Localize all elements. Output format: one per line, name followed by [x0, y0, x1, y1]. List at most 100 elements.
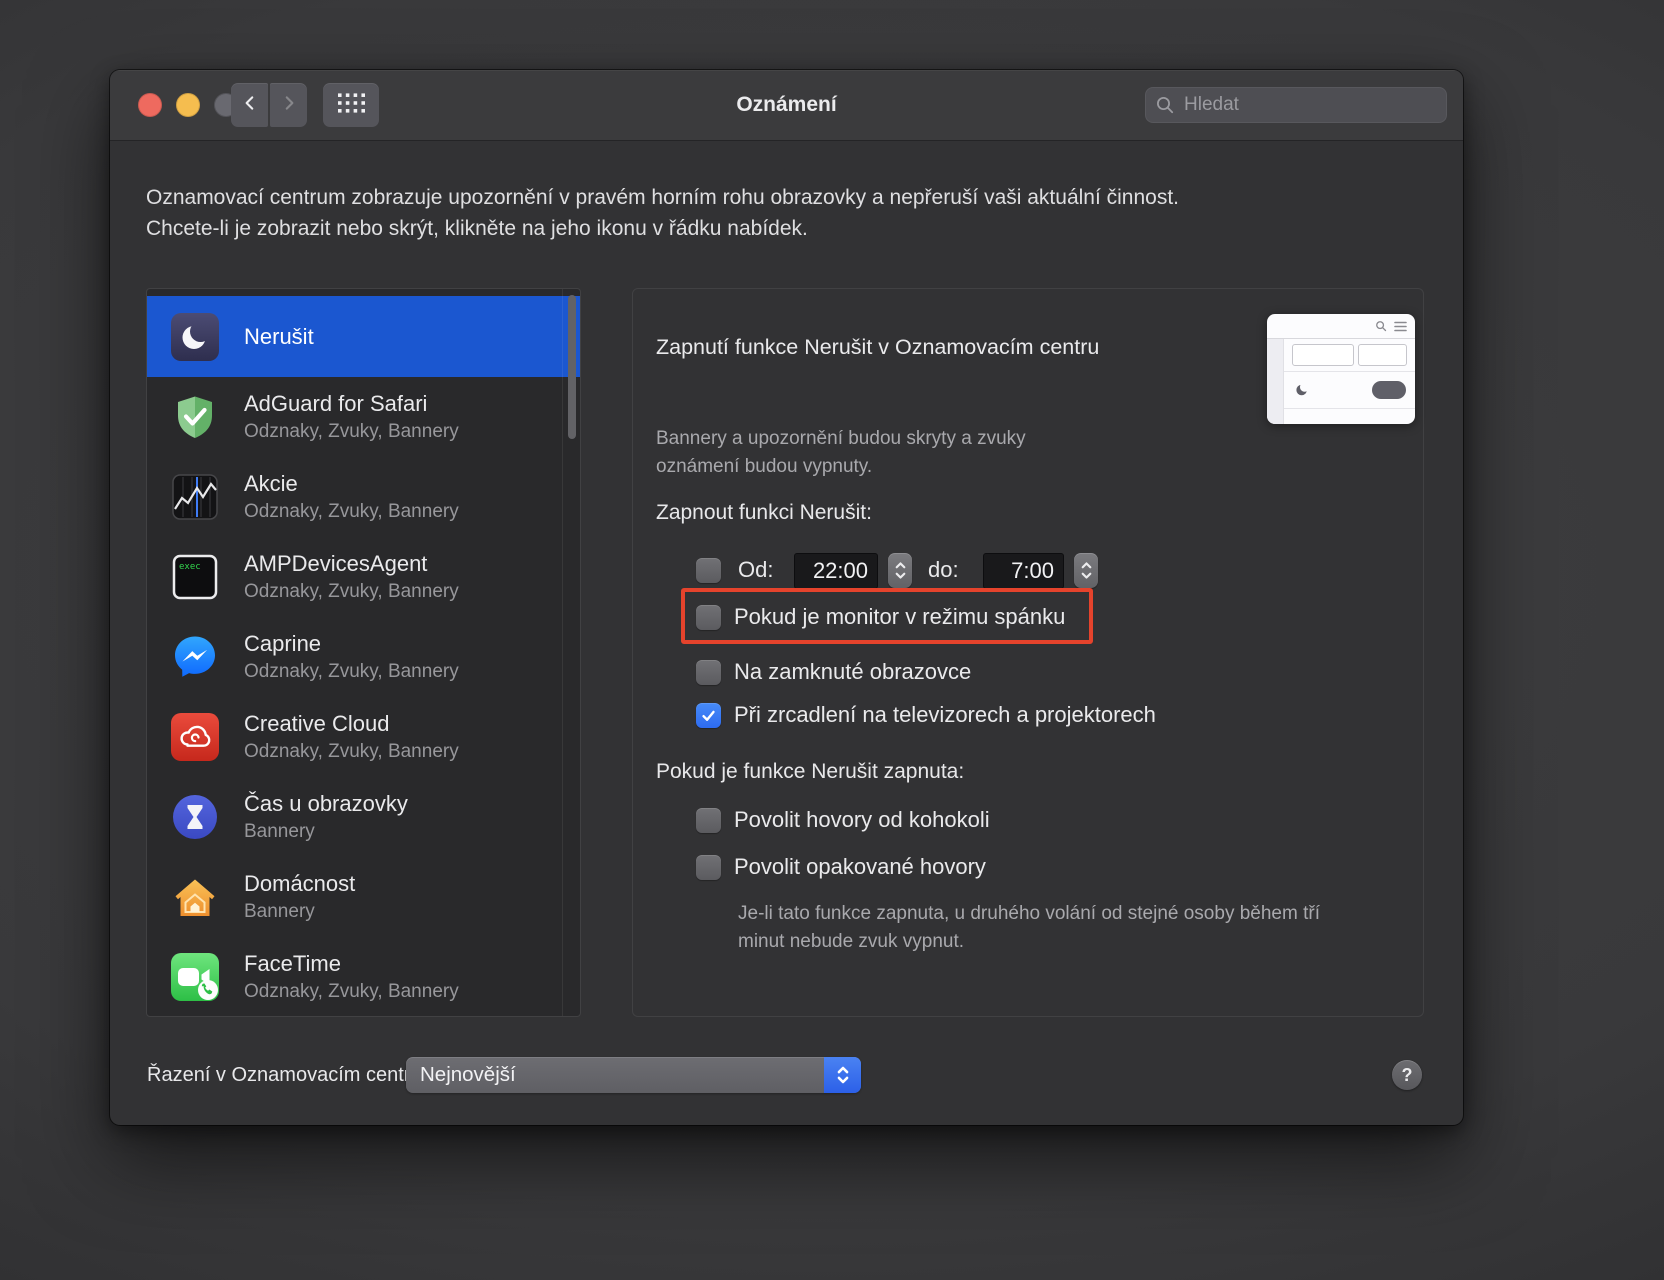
creative-cloud-icon	[171, 713, 219, 761]
od-time-input[interactable]	[794, 553, 878, 589]
home-icon	[171, 873, 219, 921]
notification-app-list: Nerušit AdGuard for Safari Odznaky, Zvuk…	[146, 288, 581, 1017]
option-lock-screen[interactable]: Na zamknuté obrazovce	[696, 658, 971, 686]
close-button[interactable]	[138, 93, 162, 117]
adguard-shield-icon	[171, 393, 219, 441]
mirroring-checkbox[interactable]	[696, 703, 721, 728]
app-subtitle: Bannery	[244, 901, 355, 922]
subtext-line-1: Bannery a upozornění budou skryty a zvuk…	[656, 425, 1026, 453]
checkbox-label: Na zamknuté obrazovce	[734, 659, 971, 685]
lock-screen-checkbox[interactable]	[696, 660, 721, 685]
helper-line-1: Je-li tato funkce zapnuta, u druhého vol…	[738, 900, 1320, 928]
app-subtitle: Odznaky, Zvuky, Bannery	[244, 581, 459, 602]
do-stepper[interactable]	[1074, 553, 1098, 588]
system-preferences-window: Oznámení	[110, 70, 1463, 1125]
app-subtitle: Bannery	[244, 821, 408, 842]
sidebar-item-akcie[interactable]: Akcie Odznaky, Zvuky, Bannery	[147, 457, 580, 537]
repeated-calls-helper-text: Je-li tato funkce zapnuta, u druhého vol…	[738, 900, 1320, 956]
app-title: AMPDevicesAgent	[244, 552, 459, 576]
back-button[interactable]	[231, 83, 268, 127]
sidebar-item-domacnost[interactable]: Domácnost Bannery	[147, 857, 580, 937]
hourglass-icon	[171, 793, 219, 841]
stocks-chart-icon	[171, 473, 219, 521]
intro-line-1: Oznamovací centrum zobrazuje upozornění …	[146, 182, 1179, 213]
terminal-exec-icon: exec	[171, 553, 219, 601]
app-title: Nerušit	[244, 325, 314, 349]
sidebar-item-ampdevicesagent[interactable]: exec AMPDevicesAgent Odznaky, Zvuky, Ban…	[147, 537, 580, 617]
minimize-button[interactable]	[176, 93, 200, 117]
check-icon	[700, 707, 717, 724]
traffic-lights	[138, 93, 238, 117]
titlebar: Oznámení	[110, 70, 1463, 141]
app-title: Akcie	[244, 472, 459, 496]
moon-icon	[1293, 381, 1311, 399]
preview-segment-row	[1284, 339, 1415, 372]
app-title: Caprine	[244, 632, 459, 656]
intro-text: Oznamovací centrum zobrazuje upozornění …	[146, 182, 1179, 244]
messenger-bubble-icon	[171, 633, 219, 681]
preview-toolbar	[1267, 314, 1415, 339]
chevron-right-icon	[280, 90, 298, 121]
checkbox-label: Pokud je monitor v režimu spánku	[734, 604, 1065, 630]
app-title: Čas u obrazovky	[244, 792, 408, 816]
sidebar-scrollbar[interactable]	[562, 289, 580, 1016]
checkbox-label: Při zrcadlení na televizorech a projekto…	[734, 702, 1156, 728]
help-button[interactable]: ?	[1392, 1060, 1422, 1090]
popup-selected-value: Nejnovější	[406, 1063, 824, 1087]
app-subtitle: Odznaky, Zvuky, Bannery	[244, 501, 459, 522]
sidebar-item-nerusit[interactable]: Nerušit	[147, 296, 580, 377]
option-monitor-sleep[interactable]: Pokud je monitor v režimu spánku	[696, 603, 1065, 631]
app-subtitle: Odznaky, Zvuky, Bannery	[244, 981, 459, 1002]
allow-calls-checkbox[interactable]	[696, 808, 721, 833]
help-label: ?	[1402, 1065, 1413, 1086]
dnd-settings-panel: Zapnutí funkce Nerušit v Oznamovacím cen…	[632, 288, 1424, 1017]
search-field[interactable]	[1145, 87, 1447, 123]
sidebar-item-caprine[interactable]: Caprine Odznaky, Zvuky, Bannery	[147, 617, 580, 697]
od-label: Od:	[738, 557, 773, 583]
schedule-section-label: Zapnout funkci Nerušit:	[656, 501, 872, 525]
app-title: Creative Cloud	[244, 712, 459, 736]
app-title: AdGuard for Safari	[244, 392, 459, 416]
sidebar-item-adguard[interactable]: AdGuard for Safari Odznaky, Zvuky, Banne…	[147, 377, 580, 457]
app-subtitle: Odznaky, Zvuky, Bannery	[244, 741, 459, 762]
sort-order-popup[interactable]: Nejnovější	[406, 1057, 861, 1093]
sidebar-item-creative-cloud[interactable]: Creative Cloud Odznaky, Zvuky, Bannery	[147, 697, 580, 777]
facetime-camera-icon	[171, 953, 219, 1001]
app-title: Domácnost	[244, 872, 355, 896]
intro-line-2: Chcete-li je zobrazit nebo skrýt, klikně…	[146, 213, 1179, 244]
option-allow-calls[interactable]: Povolit hovory od kohokoli	[696, 806, 990, 834]
moon-icon	[171, 313, 219, 361]
notification-center-preview	[1267, 314, 1415, 424]
scrollbar-thumb[interactable]	[568, 295, 576, 439]
preview-dnd-row	[1284, 372, 1415, 409]
sidebar-item-cas-u-obrazovky[interactable]: Čas u obrazovky Bannery	[147, 777, 580, 857]
repeated-calls-checkbox[interactable]	[696, 855, 721, 880]
search-input[interactable]	[1182, 93, 1437, 117]
monitor-sleep-checkbox[interactable]	[696, 605, 721, 630]
option-repeated-calls[interactable]: Povolit opakované hovory	[696, 853, 986, 881]
grid-icon	[338, 93, 365, 118]
app-subtitle: Odznaky, Zvuky, Bannery	[244, 661, 459, 682]
do-time-input[interactable]	[983, 553, 1064, 589]
option-mirroring[interactable]: Při zrcadlení na televizorech a projekto…	[696, 701, 1156, 729]
preview-box	[1292, 344, 1354, 366]
sidebar-item-facetime[interactable]: FaceTime Odznaky, Zvuky, Bannery	[147, 937, 580, 1017]
panel-heading: Zapnutí funkce Nerušit v Oznamovacím cen…	[656, 335, 1099, 360]
search-icon	[1375, 320, 1387, 332]
helper-line-2: minut nebude zvuk vypnut.	[738, 928, 1320, 956]
when-on-section-label: Pokud je funkce Nerušit zapnuta:	[656, 760, 964, 784]
checkbox-label: Povolit opakované hovory	[734, 854, 986, 880]
panel-subtext: Bannery a upozornění budou skryty a zvuk…	[656, 425, 1026, 481]
svg-text:exec: exec	[179, 562, 201, 572]
list-icon	[1394, 321, 1407, 332]
sort-order-label: Řazení v Oznamovacím centru:	[147, 1057, 427, 1093]
preview-box	[1358, 344, 1407, 366]
schedule-checkbox[interactable]	[696, 558, 721, 583]
forward-button[interactable]	[270, 83, 307, 127]
od-stepper[interactable]	[888, 553, 912, 588]
chevron-left-icon	[241, 90, 259, 121]
search-icon	[1155, 95, 1175, 115]
app-subtitle: Odznaky, Zvuky, Bannery	[244, 421, 459, 442]
show-all-button[interactable]	[323, 83, 379, 127]
toggle-switch	[1372, 381, 1406, 399]
